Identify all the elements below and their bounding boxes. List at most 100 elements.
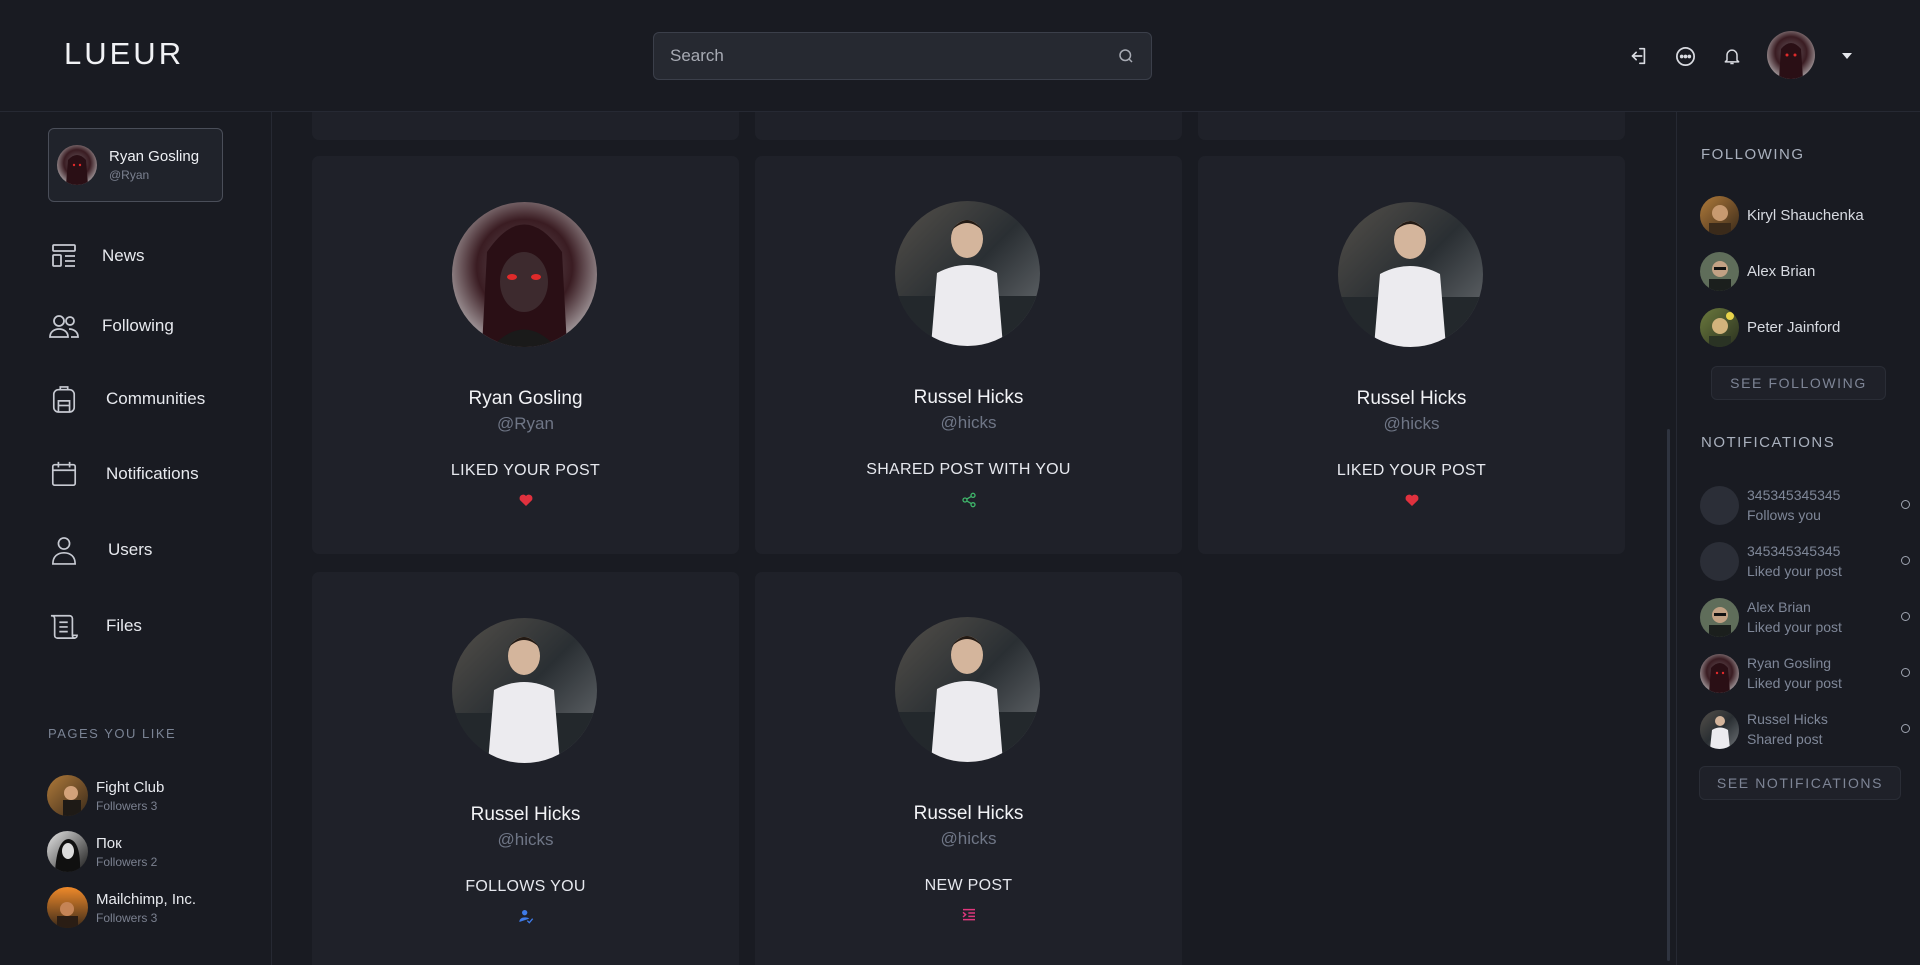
see-notifications-button[interactable]: SEE NOTIFICATIONS: [1699, 766, 1901, 800]
page-followers: Followers 3: [96, 910, 158, 925]
page-item[interactable]: Mailchimp, Inc. Followers 3: [47, 887, 196, 928]
pages-you-like-title: PAGES YOU LIKE: [48, 726, 177, 741]
card-action: SHARED POST WITH YOU: [866, 461, 1071, 478]
page-followers: Followers 3: [96, 798, 158, 813]
avatar: [1700, 308, 1739, 347]
notification-text: Shared post: [1747, 731, 1823, 747]
nav-label: News: [102, 246, 145, 265]
card-action: LIKED YOUR POST: [450, 462, 601, 479]
card-name[interactable]: Russel Hicks: [1198, 388, 1625, 410]
calendar-icon: [48, 458, 80, 490]
card-name[interactable]: Russel Hicks: [755, 387, 1182, 409]
notification-item[interactable]: 345345345345 Follows you: [1700, 484, 1910, 526]
page-item[interactable]: Fight Club Followers 3: [47, 775, 164, 816]
card-handle: @hicks: [1383, 414, 1440, 433]
left-sidebar: Ryan Gosling @Ryan News Following Commun…: [0, 112, 272, 965]
notification-card[interactable]: [1198, 112, 1625, 140]
avatar: [1700, 252, 1739, 291]
notification-item[interactable]: 345345345345 Liked your post: [1700, 540, 1910, 582]
notification-card[interactable]: Russel Hicks @hicks NEW POST: [755, 572, 1182, 965]
notification-item[interactable]: Russel Hicks Shared post: [1700, 708, 1910, 750]
notification-name: Alex Brian: [1747, 599, 1811, 615]
notification-card[interactable]: Russel Hicks @hicks LIKED YOUR POST: [1198, 156, 1625, 554]
avatar: [895, 617, 1040, 762]
card-name[interactable]: Russel Hicks: [755, 803, 1182, 825]
unread-dot-icon[interactable]: [1901, 556, 1910, 565]
search-bar[interactable]: [653, 32, 1152, 80]
card-handle: @hicks: [497, 830, 554, 849]
nav-label: Following: [102, 316, 174, 335]
notification-card[interactable]: Ryan Gosling @Ryan LIKED YOUR POST: [312, 156, 739, 554]
notification-item[interactable]: Ryan Gosling Liked your post: [1700, 652, 1910, 694]
page-followers: Followers 2: [96, 854, 158, 869]
avatar: [1700, 597, 1739, 637]
chevron-down-icon[interactable]: [1841, 52, 1853, 60]
page-name: Пок: [96, 834, 122, 852]
card-name[interactable]: Russel Hicks: [312, 804, 739, 826]
nav-item-communities[interactable]: Communities: [48, 383, 205, 415]
nav-label: Notifications: [106, 464, 199, 483]
avatar: [452, 618, 597, 763]
notification-name: Russel Hicks: [1747, 711, 1828, 727]
following-item[interactable]: Alex Brian: [1700, 252, 1815, 291]
card-handle: @Ryan: [497, 414, 554, 433]
nav-item-notifications[interactable]: Notifications: [48, 458, 199, 490]
notification-name: Ryan Gosling: [1747, 655, 1832, 671]
notification-card[interactable]: Russel Hicks @hicks FOLLOWS YOU: [312, 572, 739, 965]
avatar: [1700, 485, 1739, 525]
avatar: [57, 145, 97, 185]
page-avatar: [47, 831, 88, 872]
card-action: NEW POST: [924, 877, 1013, 894]
avatar: [895, 201, 1040, 346]
unread-dot-icon[interactable]: [1901, 500, 1910, 509]
see-following-button[interactable]: SEE FOLLOWING: [1711, 366, 1886, 400]
search-input[interactable]: [670, 46, 1117, 66]
notification-name: 345345345345: [1747, 487, 1841, 503]
avatar: [1338, 202, 1483, 347]
notification-item[interactable]: Alex Brian Liked your post: [1700, 596, 1910, 638]
page-name: Fight Club: [96, 778, 165, 796]
notification-text: Liked your post: [1747, 563, 1842, 579]
profile-card[interactable]: Ryan Gosling @Ryan: [48, 128, 223, 202]
page-avatar: [47, 775, 88, 816]
card-handle: @hicks: [940, 829, 997, 848]
notification-text: Follows you: [1747, 507, 1821, 523]
notification-card[interactable]: [755, 112, 1182, 140]
profile-handle: @Ryan: [109, 168, 150, 182]
page-avatar: [47, 887, 88, 928]
nav-item-files[interactable]: Files: [48, 610, 142, 642]
nav-item-news[interactable]: News: [48, 240, 145, 272]
scrollbar[interactable]: [1667, 116, 1670, 961]
nav-item-users[interactable]: Users: [48, 534, 152, 566]
notification-text: Liked your post: [1747, 619, 1842, 635]
following-item[interactable]: Kiryl Shauchenka: [1700, 196, 1864, 235]
share-icon: [961, 492, 977, 508]
nav-item-following[interactable]: Following: [48, 310, 174, 342]
nav-label: Users: [108, 540, 153, 559]
scrollbar-thumb[interactable]: [1667, 429, 1670, 961]
card-action: FOLLOWS YOU: [465, 878, 586, 895]
logout-icon[interactable]: [1626, 44, 1650, 68]
avatar: [1700, 541, 1739, 581]
unread-dot-icon[interactable]: [1901, 612, 1910, 621]
following-name: Kiryl Shauchenka: [1747, 207, 1864, 224]
app-logo[interactable]: LUEUR: [64, 36, 184, 72]
following-item[interactable]: Peter Jainford: [1700, 308, 1840, 347]
search-icon[interactable]: [1117, 47, 1135, 65]
notifications-grid: Ryan Gosling @Ryan LIKED YOUR POST Russe…: [272, 112, 1676, 965]
following-name: Peter Jainford: [1747, 319, 1841, 336]
bell-icon[interactable]: [1720, 44, 1744, 68]
notification-card[interactable]: Russel Hicks @hicks SHARED POST WITH YOU: [755, 156, 1182, 554]
avatar: [452, 202, 597, 347]
notification-card[interactable]: [312, 112, 739, 140]
following-title: FOLLOWING: [1701, 146, 1805, 163]
unread-dot-icon[interactable]: [1901, 724, 1910, 733]
indent-icon: [961, 907, 977, 923]
unread-dot-icon[interactable]: [1901, 668, 1910, 677]
scroll-icon: [48, 610, 80, 642]
card-name[interactable]: Ryan Gosling: [312, 388, 739, 410]
right-sidebar: FOLLOWING Kiryl Shauchenka Alex Brian Pe…: [1676, 112, 1920, 965]
page-item[interactable]: Пок Followers 2: [47, 831, 157, 872]
user-avatar[interactable]: [1767, 31, 1815, 79]
chat-icon[interactable]: [1673, 44, 1697, 68]
